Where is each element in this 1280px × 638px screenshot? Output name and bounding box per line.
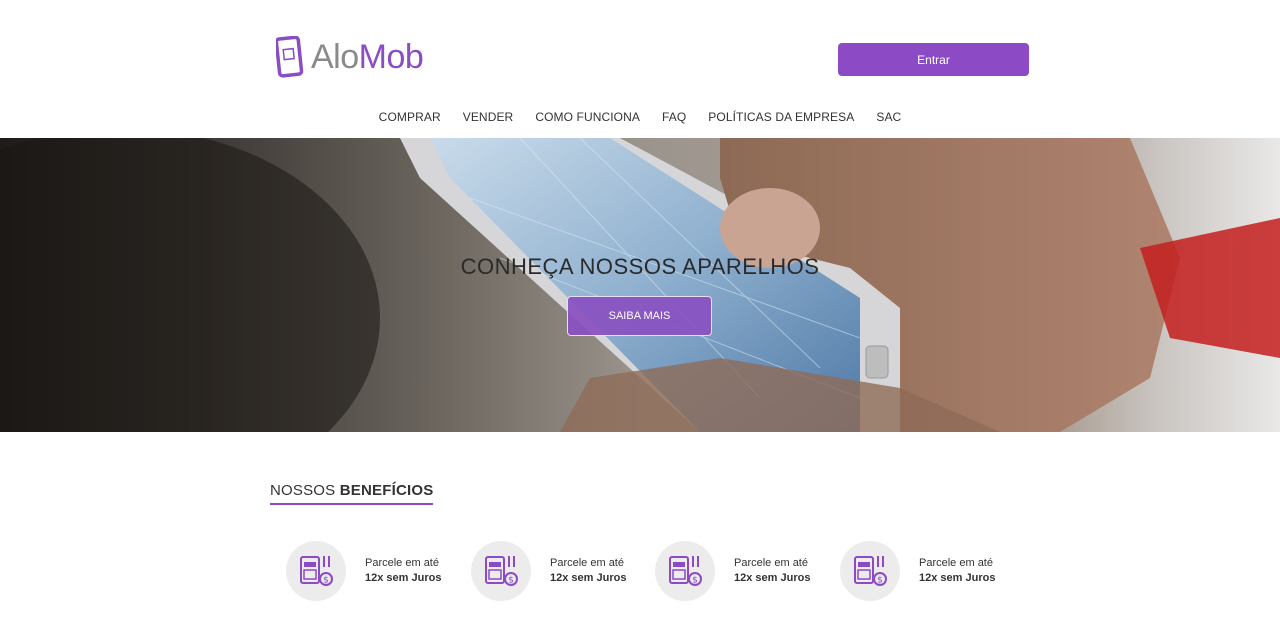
- benefit-line2: 12x sem Juros: [919, 572, 996, 584]
- benefit-line2: 12x sem Juros: [550, 572, 627, 584]
- site-header: AloMob Entrar COMPRAR VENDER COMO FUNCIO…: [0, 0, 1280, 138]
- hero-image: [0, 138, 1280, 432]
- saiba-mais-button[interactable]: SAIBA MAIS: [567, 296, 712, 336]
- logo-text-alo: Alo: [311, 38, 359, 76]
- logo-text: AloMob: [311, 37, 424, 77]
- installment-icon: $: [840, 541, 900, 601]
- nav-item-faq[interactable]: FAQ: [662, 110, 686, 124]
- benefits-title-bold: BENEFÍCIOS: [339, 482, 434, 499]
- main-nav: COMPRAR VENDER COMO FUNCIONA FAQ POLÍTIC…: [0, 110, 1280, 124]
- benefit-item: $ Parcele em até 12x sem Juros: [840, 541, 995, 601]
- benefit-line2: 12x sem Juros: [365, 572, 442, 584]
- svg-text:$: $: [877, 576, 883, 586]
- benefit-line2: 12x sem Juros: [734, 572, 811, 584]
- benefit-line1: Parcele em até: [550, 557, 624, 569]
- installment-icon: $: [655, 541, 715, 601]
- logo[interactable]: AloMob: [276, 36, 424, 78]
- benefits-title: NOSSOS BENEFÍCIOS: [270, 482, 434, 505]
- benefit-item: $ Parcele em até 12x sem Juros: [655, 541, 810, 601]
- svg-text:$: $: [692, 576, 698, 586]
- login-button[interactable]: Entrar: [838, 43, 1029, 76]
- installment-icon: $: [286, 541, 346, 601]
- benefit-line1: Parcele em até: [919, 557, 993, 569]
- svg-text:$: $: [323, 576, 329, 586]
- benefit-line1: Parcele em até: [365, 557, 439, 569]
- hero-title: CONHEÇA NOSSOS APARELHOS: [460, 254, 820, 279]
- hero-banner: CONHEÇA NOSSOS APARELHOS SAIBA MAIS: [0, 138, 1280, 432]
- svg-text:$: $: [508, 576, 514, 586]
- benefit-item: $ Parcele em até 12x sem Juros: [471, 541, 626, 601]
- nav-item-vender[interactable]: VENDER: [463, 110, 514, 124]
- benefit-item: $ Parcele em até 12x sem Juros: [286, 541, 441, 601]
- nav-item-comprar[interactable]: COMPRAR: [379, 110, 441, 124]
- nav-item-sac[interactable]: SAC: [876, 110, 901, 124]
- phone-logo-icon: [276, 36, 304, 78]
- logo-text-mob: Mob: [358, 38, 424, 76]
- benefit-line1: Parcele em até: [734, 557, 808, 569]
- benefits-title-light: NOSSOS: [270, 482, 340, 499]
- nav-item-politicas[interactable]: POLÍTICAS DA EMPRESA: [708, 110, 854, 124]
- nav-item-como-funciona[interactable]: COMO FUNCIONA: [535, 110, 640, 124]
- installment-icon: $: [471, 541, 531, 601]
